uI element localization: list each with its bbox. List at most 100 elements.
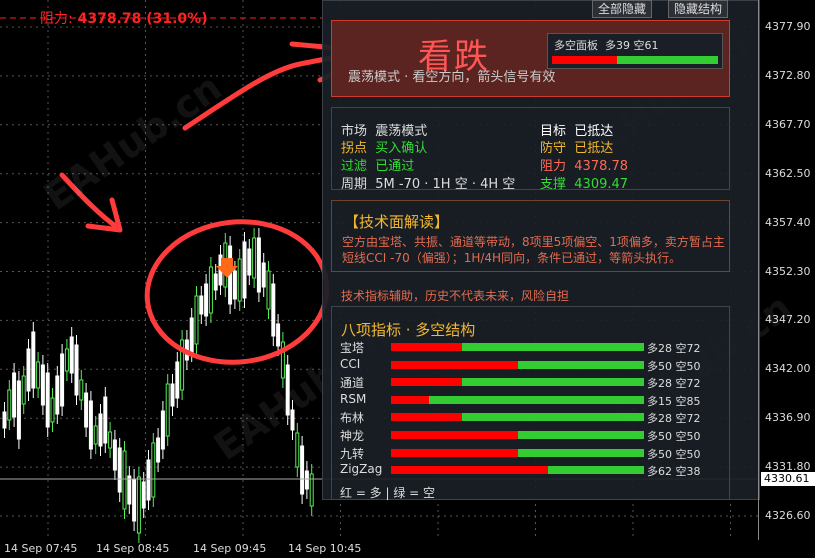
time-label: 14 Sep 10:45	[288, 542, 362, 555]
defense-value: 已抵达	[574, 141, 614, 156]
indicator-row: CCI 多50 空50	[340, 357, 725, 373]
candle-body	[122, 450, 127, 510]
price-label: 4352.30	[765, 264, 811, 278]
candle-body	[103, 396, 108, 444]
indicator-bar	[391, 448, 644, 457]
indicator-short-fill	[517, 431, 644, 439]
indicator-bar	[391, 395, 644, 404]
candle-body	[156, 437, 161, 463]
signal-card: 看跌 震荡模式 · 看空方向，箭头信号有效 多空面板 多39 空61	[331, 20, 730, 97]
hide-structure-button[interactable]: 隐藏结构	[668, 0, 729, 18]
indicator-short-fill	[517, 448, 644, 457]
candle-body	[247, 248, 252, 276]
candle-body	[55, 375, 60, 415]
candle-body	[237, 258, 242, 302]
indicator-value: 多50 空50	[647, 430, 701, 443]
candle-body	[12, 372, 17, 418]
candle-body	[50, 397, 55, 423]
indicator-value: 多50 空50	[647, 359, 701, 373]
resistance-value: 4378.78 (31.0%)	[77, 11, 208, 27]
mini-long-short-bar	[552, 56, 718, 64]
candle-body	[74, 344, 79, 396]
candle-body	[21, 375, 26, 405]
price-label: 4347.20	[765, 313, 811, 327]
candle-body	[69, 336, 74, 374]
candle-body	[79, 379, 84, 401]
indicator-row: RSM 多15 空85	[340, 392, 725, 408]
mini-long-label: 多39	[605, 39, 630, 52]
indicator-bar	[391, 413, 644, 422]
candle-body	[136, 476, 141, 534]
indicator-long-fill	[391, 448, 518, 457]
candle-body	[194, 295, 199, 345]
candle-body	[112, 439, 117, 471]
time-label: 14 Sep 09:45	[193, 542, 267, 555]
turn-label: 拐点	[341, 141, 368, 156]
indicator-row: 布林 多28 空72	[340, 410, 725, 426]
tech-analysis-box: 【技术面解读】 空方由宝塔、共振、通道等带动，8项里5项偏空、1项偏多，卖方暂占…	[331, 200, 730, 272]
indicator-long-fill	[391, 431, 518, 439]
current-price-tag: 4330.61	[761, 472, 815, 486]
candle-body	[7, 389, 12, 421]
signal-subtitle: 震荡模式 · 看空方向，箭头信号有效	[348, 70, 556, 85]
indicator-value: 多28 空72	[647, 342, 701, 355]
candle-body	[93, 425, 98, 445]
indicator-name: 神龙	[340, 429, 365, 443]
candle-body	[261, 262, 266, 288]
indicator-name: 布林	[340, 411, 365, 426]
price-label: 4336.90	[765, 411, 811, 425]
indicator-name: 宝塔	[340, 341, 365, 355]
mini-short-fill	[616, 56, 718, 64]
filter-value: 已通过	[375, 159, 415, 174]
time-label: 14 Sep 08:45	[96, 542, 170, 555]
period-label: 周期	[341, 177, 368, 192]
color-legend: 红 = 多 | 绿 = 空	[340, 486, 436, 500]
resist-value: 4378.78	[574, 159, 629, 174]
indicator-short-fill	[428, 395, 644, 404]
indicator-box: 八项指标 · 多空结构 宝塔 多28 空72 CCI 多50 空50 通道 多28 空72…	[331, 306, 730, 500]
hide-all-button[interactable]: 全部隐藏	[592, 0, 653, 18]
candle-body	[256, 237, 261, 293]
candle-body	[232, 270, 237, 300]
tech-title: 【技术面解读】	[344, 213, 450, 231]
indicator-short-fill	[461, 343, 644, 351]
candle-body	[40, 364, 45, 406]
indicator-row: 通道 多28 空72	[340, 375, 725, 391]
indicator-row: 九转 多50 空50	[340, 446, 725, 461]
support-label: 支撑	[540, 177, 567, 192]
candle-body	[141, 481, 146, 509]
turn-value: 买入确认	[375, 141, 428, 156]
candle-body	[98, 413, 103, 447]
mini-short-label: 空61	[633, 39, 659, 52]
candle-body	[242, 241, 247, 299]
indicator-bar	[391, 431, 644, 439]
candle-body	[16, 380, 21, 440]
candle-body	[26, 348, 31, 392]
indicator-long-fill	[391, 378, 462, 387]
candle-body	[117, 447, 122, 493]
price-label: 4342.00	[765, 362, 811, 376]
indicator-row: ZigZag 多62 空38	[340, 462, 725, 479]
indicator-name: ZigZag	[340, 462, 383, 477]
price-label: 4372.80	[765, 68, 811, 82]
indicator-value: 多50 空50	[647, 447, 701, 461]
resistance-label-text: 阻力:	[40, 11, 73, 27]
price-label: 4362.50	[765, 166, 811, 180]
resistance-label: 阻力: 4378.78 (31.0%)	[40, 8, 208, 28]
candle-body	[146, 459, 151, 501]
indicator-value: 多28 空72	[647, 412, 701, 426]
candle-body	[208, 266, 213, 314]
indicator-title: 八项指标 · 多空结构	[341, 321, 476, 339]
candle-body	[204, 283, 209, 317]
indicator-short-fill	[461, 378, 644, 387]
indicator-long-fill	[391, 395, 429, 404]
candle-body	[127, 475, 132, 505]
indicator-value: 多28 空72	[647, 377, 701, 391]
candle-body	[304, 470, 309, 490]
indicator-row: 神龙 多50 空50	[340, 428, 725, 443]
indicator-value: 多62 空38	[647, 465, 701, 479]
tech-body: 空方由宝塔、共振、通道等带动，8项里5项偏空、1项偏多，卖方暂占主 短线CCI …	[342, 235, 725, 265]
market-info-box: 市场 震荡模式 拐点 买入确认 过滤 已通过 周期 5M -70 · 1H 空 …	[331, 107, 730, 192]
candle-body	[160, 410, 165, 450]
mini-long-fill	[552, 56, 617, 64]
